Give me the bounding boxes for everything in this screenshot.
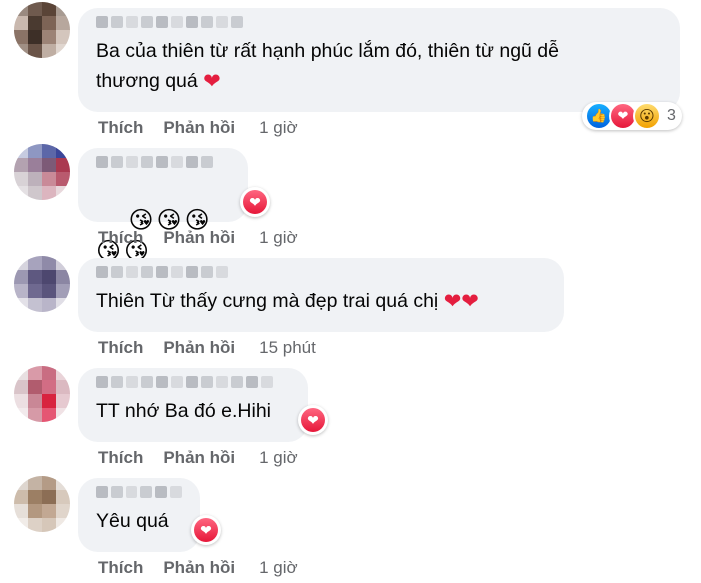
reply-button[interactable]: Phản hồi <box>163 448 235 468</box>
comment-bubble: Yêu quá <box>78 478 200 552</box>
author-name-blurred[interactable] <box>96 376 290 390</box>
comment-bubble: 😘 😘 😘😘 😘 <box>78 148 248 265</box>
comment-text: Thiên Từ thấy cưng mà đẹp trai quá chị <box>96 290 439 312</box>
reaction-summary[interactable]: 👍 ❤ 😮 3 <box>582 102 682 130</box>
heart-icon: ❤ <box>461 290 479 313</box>
comment-text: Yêu quá <box>96 510 169 532</box>
timestamp[interactable]: 15 phút <box>259 338 316 358</box>
like-button[interactable]: Thích <box>98 558 143 578</box>
avatar[interactable] <box>14 366 70 422</box>
love-reaction-icon: ❤ <box>301 408 325 432</box>
author-name-blurred[interactable] <box>96 486 182 500</box>
timestamp[interactable]: 1 giờ <box>259 228 298 248</box>
avatar[interactable] <box>14 476 70 532</box>
comment-actions: Thích Phản hồi 15 phút <box>98 338 316 358</box>
comment-text: TT nhớ Ba đó e.Hihi <box>96 400 272 422</box>
comment-text: Ba của thiên từ rất hạnh phúc lắm đó, th… <box>96 40 559 92</box>
like-button[interactable]: Thích <box>98 338 143 358</box>
love-reaction-badge[interactable]: ❤ <box>240 187 270 217</box>
like-button[interactable]: Thích <box>98 228 143 248</box>
author-name-blurred[interactable] <box>96 156 230 170</box>
author-name-blurred[interactable] <box>96 16 662 30</box>
love-reaction-icon: ❤ <box>243 190 267 214</box>
reply-button[interactable]: Phản hồi <box>163 118 235 138</box>
comment-actions: Thích Phản hồi 1 giờ <box>98 558 298 578</box>
heart-icon: ❤ <box>443 290 462 313</box>
comment-bubble: TT nhớ Ba đó e.Hihi <box>78 368 308 442</box>
reaction-count: 3 <box>667 107 676 124</box>
avatar[interactable] <box>14 256 70 312</box>
love-reaction-badge[interactable]: ❤ <box>191 515 221 545</box>
avatar[interactable] <box>14 144 70 200</box>
heart-icon: ❤ <box>203 70 221 93</box>
timestamp[interactable]: 1 giờ <box>259 558 298 578</box>
reply-button[interactable]: Phản hồi <box>163 338 235 358</box>
like-button[interactable]: Thích <box>98 448 143 468</box>
wow-reaction-icon: 😮 <box>633 102 661 130</box>
comment-bubble: Thiên Từ thấy cưng mà đẹp trai quá chị ❤… <box>78 258 564 332</box>
author-name-blurred[interactable] <box>96 266 546 280</box>
timestamp[interactable]: 1 giờ <box>259 118 298 138</box>
timestamp[interactable]: 1 giờ <box>259 448 298 468</box>
avatar[interactable] <box>14 2 70 58</box>
reply-button[interactable]: Phản hồi <box>163 558 235 578</box>
love-reaction-badge[interactable]: ❤ <box>298 405 328 435</box>
comment-actions: Thích Phản hồi 1 giờ <box>98 448 298 468</box>
reply-button[interactable]: Phản hồi <box>163 228 235 248</box>
love-reaction-icon: ❤ <box>194 518 218 542</box>
like-button[interactable]: Thích <box>98 118 143 138</box>
comment-actions: Thích Phản hồi 1 giờ <box>98 118 298 138</box>
comment-bubble: Ba của thiên từ rất hạnh phúc lắm đó, th… <box>78 8 680 112</box>
comment-actions: Thích Phản hồi 1 giờ <box>98 228 298 248</box>
